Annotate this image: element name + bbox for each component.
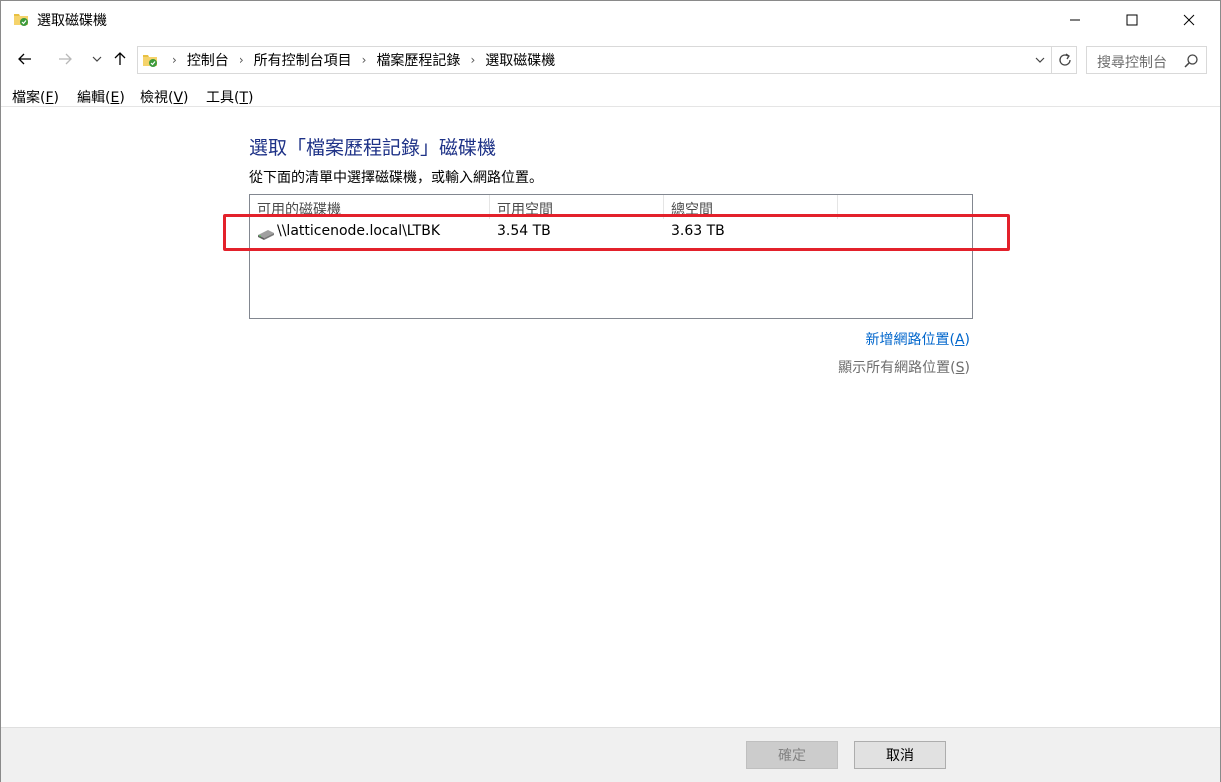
file-history-icon — [13, 11, 29, 27]
forward-button[interactable] — [53, 47, 77, 71]
maximize-button[interactable] — [1109, 1, 1155, 39]
arrow-right-icon — [59, 53, 72, 65]
menu-file[interactable]: 檔案(F) — [12, 87, 59, 107]
up-button[interactable] — [108, 47, 132, 71]
highlight-box — [223, 214, 1010, 251]
arrow-up-icon — [114, 52, 126, 65]
title-bar: 選取磁碟機 — [1, 1, 1220, 39]
breadcrumb-all-items[interactable]: 所有控制台項目 — [250, 50, 356, 70]
breadcrumb-select-drive[interactable]: 選取磁碟機 — [481, 50, 559, 70]
chevron-down-icon — [1035, 57, 1045, 63]
refresh-button[interactable] — [1051, 47, 1077, 73]
chevron-right-icon[interactable]: › — [166, 53, 183, 67]
search-input[interactable]: 搜尋控制台 — [1086, 46, 1207, 74]
menu-bar: 檔案(F) 編輯(E) 檢視(V) 工具(T) — [1, 83, 1220, 107]
breadcrumb-file-history[interactable]: 檔案歷程記錄 — [372, 50, 464, 70]
address-bar[interactable]: › 控制台 › 所有控制台項目 › 檔案歷程記錄 › 選取磁碟機 — [137, 46, 1077, 74]
recent-locations-button[interactable] — [85, 47, 109, 71]
show-all-network-locations-link[interactable]: 顯示所有網路位置(S) — [838, 357, 970, 377]
back-button[interactable] — [13, 47, 37, 71]
arrow-left-icon — [18, 53, 31, 65]
menu-tools[interactable]: 工具(T) — [206, 87, 254, 107]
refresh-icon — [1058, 53, 1071, 66]
add-network-location-link[interactable]: 新增網路位置(A) — [865, 329, 970, 349]
chevron-right-icon[interactable]: › — [464, 53, 481, 67]
instruction-text: 從下面的清單中選擇磁碟機，或輸入網路位置。 — [249, 170, 543, 186]
navigation-bar: › 控制台 › 所有控制台項目 › 檔案歷程記錄 › 選取磁碟機 搜尋控制台 — [1, 43, 1220, 77]
chevron-right-icon[interactable]: › — [233, 53, 250, 67]
drive-list[interactable]: 可用的磁碟機 可用空間 總空間 \\latticenode.local\LTBK… — [249, 194, 973, 319]
page-title: 選取「檔案歷程記錄」磁碟機 — [249, 137, 497, 159]
control-panel-icon — [142, 52, 158, 68]
dialog-window: 選取磁碟機 › 控制台 › 所有控制台項目 › 檔案歷程記錄 › 選取磁碟機 搜… — [0, 0, 1221, 782]
window-title: 選取磁碟機 — [37, 13, 107, 29]
breadcrumb: › 控制台 › 所有控制台項目 › 檔案歷程記錄 › 選取磁碟機 — [166, 47, 559, 73]
cancel-button[interactable]: 取消 — [854, 741, 946, 769]
breadcrumb-control-panel[interactable]: 控制台 — [183, 50, 233, 70]
close-button[interactable] — [1166, 1, 1212, 39]
chevron-right-icon[interactable]: › — [356, 53, 373, 67]
menu-edit[interactable]: 編輯(E) — [77, 87, 125, 107]
chevron-down-icon — [92, 56, 102, 62]
search-placeholder: 搜尋控制台 — [1097, 55, 1167, 71]
ok-button[interactable]: 確定 — [746, 741, 838, 769]
minimize-button[interactable] — [1052, 1, 1098, 39]
dialog-footer: 確定 取消 — [1, 727, 1220, 782]
address-dropdown-button[interactable] — [1028, 47, 1052, 73]
search-icon[interactable] — [1183, 53, 1199, 69]
menu-view[interactable]: 檢視(V) — [140, 87, 189, 107]
